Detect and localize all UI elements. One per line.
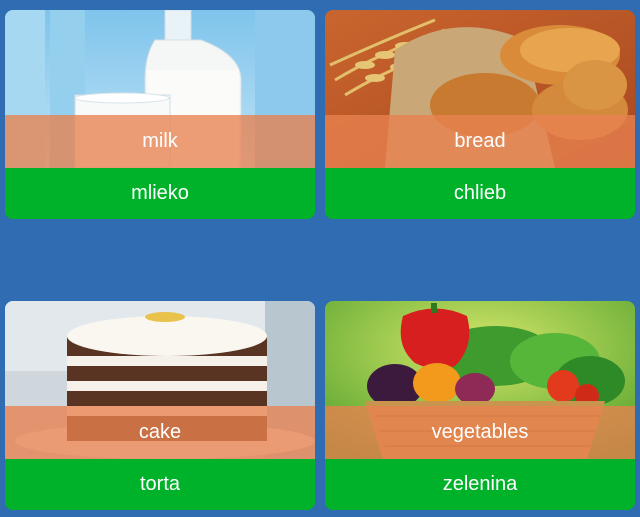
word-label-bread: bread [325,115,635,168]
flashcard-bread[interactable]: bread chlieb [325,10,635,219]
word-label-vegetables: vegetables [325,406,635,459]
translation-label-torta: torta [5,459,315,510]
flashcard-cake[interactable]: cake torta [5,301,315,510]
word-label-milk: milk [5,115,315,168]
translation-label-chlieb: chlieb [325,168,635,219]
word-label-cake: cake [5,406,315,459]
flashcard-grid: milk mlieko bread chlieb cake torta vege… [0,0,640,517]
flashcard-milk[interactable]: milk mlieko [5,10,315,219]
translation-label-mlieko: mlieko [5,168,315,219]
translation-label-zelenina: zelenina [325,459,635,510]
flashcard-vegetables[interactable]: vegetables zelenina [325,301,635,510]
